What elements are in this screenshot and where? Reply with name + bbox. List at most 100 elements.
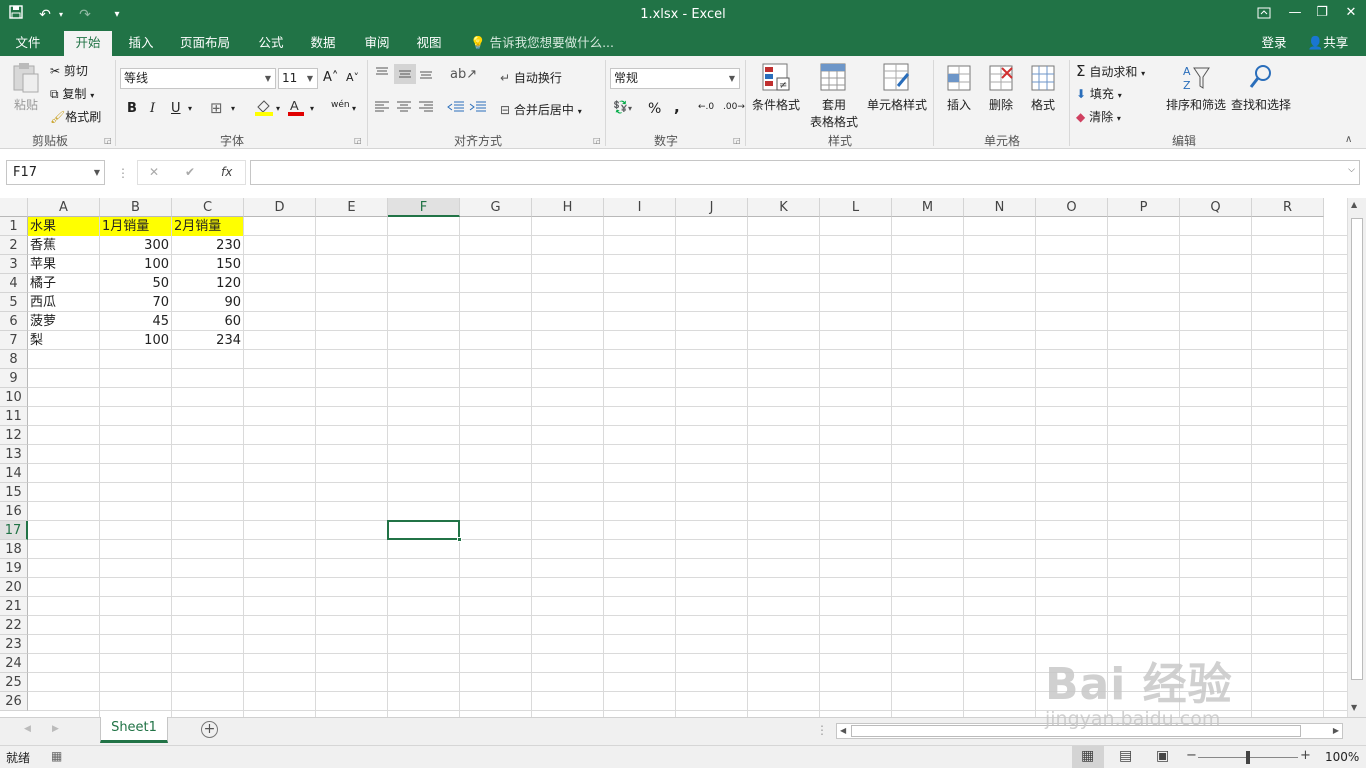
share-button[interactable]: 👤共享 bbox=[1300, 31, 1356, 56]
row-header-9[interactable]: 9 bbox=[0, 369, 28, 388]
name-box[interactable]: F17 ▼ bbox=[6, 160, 105, 185]
align-middle-icon[interactable] bbox=[394, 64, 416, 84]
row-header-5[interactable]: 5 bbox=[0, 293, 28, 312]
page-layout-view-icon[interactable]: ▤ bbox=[1119, 748, 1132, 764]
cell-c2[interactable]: 230 bbox=[172, 236, 243, 255]
cancel-entry-button[interactable]: ✕ bbox=[149, 165, 159, 179]
scroll-sheets-left-icon[interactable]: ◀ bbox=[24, 724, 31, 734]
dialog-launcher-icon[interactable]: ◲ bbox=[733, 136, 741, 145]
row-header-7[interactable]: 7 bbox=[0, 331, 28, 350]
align-top-icon[interactable] bbox=[374, 66, 390, 83]
column-header-r[interactable]: R bbox=[1252, 198, 1324, 217]
row-header-3[interactable]: 3 bbox=[0, 255, 28, 274]
tab-insert[interactable]: 插入 bbox=[118, 31, 164, 56]
column-header-c[interactable]: C bbox=[172, 198, 244, 217]
scroll-sheets-right-icon[interactable]: ▶ bbox=[52, 724, 59, 734]
format-cells-button[interactable]: 格式 bbox=[1024, 62, 1062, 113]
row-header-10[interactable]: 10 bbox=[0, 388, 28, 407]
zoom-level[interactable]: 100% bbox=[1325, 750, 1359, 764]
chevron-down-icon[interactable]: ▾ bbox=[231, 104, 235, 113]
row-header-8[interactable]: 8 bbox=[0, 350, 28, 369]
font-color-button[interactable]: A bbox=[287, 98, 305, 119]
restore-button[interactable]: ❐ bbox=[1307, 0, 1337, 26]
vertical-scrollbar[interactable]: ▲ ▼ bbox=[1347, 198, 1366, 717]
fill-handle[interactable] bbox=[457, 537, 462, 542]
chevron-down-icon[interactable]: ▾ bbox=[352, 104, 356, 113]
minimize-button[interactable]: — bbox=[1280, 0, 1310, 26]
expand-formula-bar-icon[interactable]: ⌵ bbox=[1348, 165, 1355, 175]
tell-me-box[interactable]: 💡 告诉我您想要做什么... bbox=[470, 31, 620, 56]
cell-c1[interactable]: 2月销量 bbox=[172, 217, 243, 236]
split-handle-icon[interactable]: ⋮ bbox=[816, 723, 828, 737]
cell-a3[interactable]: 苹果 bbox=[28, 255, 99, 274]
column-header-b[interactable]: B bbox=[100, 198, 172, 217]
column-header-d[interactable]: D bbox=[244, 198, 316, 217]
dialog-launcher-icon[interactable]: ◲ bbox=[354, 136, 362, 145]
cell-a7[interactable]: 梨 bbox=[28, 331, 99, 350]
column-header-o[interactable]: O bbox=[1036, 198, 1108, 217]
paste-button[interactable]: 粘贴 bbox=[8, 62, 44, 113]
column-header-j[interactable]: J bbox=[676, 198, 748, 217]
merge-center-button[interactable]: ⊟ 合并后居中 ▾ bbox=[500, 101, 582, 118]
cell-b7[interactable]: 100 bbox=[100, 331, 171, 350]
font-size-combo[interactable]: 11 ▼ bbox=[278, 68, 318, 89]
find-select-button[interactable]: 查找和选择 bbox=[1230, 62, 1292, 113]
row-header-13[interactable]: 13 bbox=[0, 445, 28, 464]
percent-button[interactable]: % bbox=[648, 101, 661, 117]
cell-b1[interactable]: 1月销量 bbox=[100, 217, 171, 236]
cell-a6[interactable]: 菠萝 bbox=[28, 312, 99, 331]
column-header-k[interactable]: K bbox=[748, 198, 820, 217]
row-header-2[interactable]: 2 bbox=[0, 236, 28, 255]
dialog-launcher-icon[interactable]: ◲ bbox=[593, 136, 601, 145]
close-button[interactable]: ✕ bbox=[1336, 0, 1366, 26]
zoom-in-button[interactable]: + bbox=[1300, 748, 1311, 763]
insert-function-button[interactable]: fx bbox=[221, 165, 232, 179]
tab-review[interactable]: 审阅 bbox=[354, 31, 400, 56]
row-header-26[interactable]: 26 bbox=[0, 692, 28, 711]
cell-b3[interactable]: 100 bbox=[100, 255, 171, 274]
cell-styles-button[interactable]: 单元格样式 bbox=[864, 62, 930, 113]
chevron-down-icon[interactable]: ▾ bbox=[276, 104, 280, 113]
grow-font-button[interactable]: A˄ bbox=[323, 70, 338, 85]
chevron-down-icon[interactable]: ▾ bbox=[310, 104, 314, 113]
dialog-launcher-icon[interactable]: ◲ bbox=[104, 136, 112, 145]
cell-a1[interactable]: 水果 bbox=[28, 217, 99, 236]
ribbon-display-options-icon[interactable] bbox=[1249, 0, 1279, 26]
decrease-indent-icon[interactable] bbox=[447, 100, 465, 117]
column-header-m[interactable]: M bbox=[892, 198, 964, 217]
insert-cells-button[interactable]: 插入 bbox=[940, 62, 978, 113]
row-header-17[interactable]: 17 bbox=[0, 521, 28, 540]
normal-view-icon[interactable]: ▦ bbox=[1081, 748, 1094, 764]
row-header-24[interactable]: 24 bbox=[0, 654, 28, 673]
column-header-i[interactable]: I bbox=[604, 198, 676, 217]
increase-decimal-icon[interactable]: ←.0 bbox=[698, 102, 714, 112]
row-header-18[interactable]: 18 bbox=[0, 540, 28, 559]
cell-b6[interactable]: 45 bbox=[100, 312, 171, 331]
cell-c5[interactable]: 90 bbox=[172, 293, 243, 312]
conditional-formatting-button[interactable]: ≠ 条件格式 bbox=[750, 62, 802, 113]
scroll-left-icon[interactable]: ◀ bbox=[840, 726, 846, 735]
format-as-table-button[interactable]: 套用 表格格式 bbox=[804, 62, 864, 130]
format-painter-button[interactable]: 🖌格式刷 bbox=[50, 108, 101, 125]
customize-qat-icon[interactable]: ▾ bbox=[110, 4, 124, 26]
align-right-icon[interactable] bbox=[418, 100, 434, 117]
copy-button[interactable]: ⧉ 复制 ▾ bbox=[50, 85, 94, 102]
cell-c7[interactable]: 234 bbox=[172, 331, 243, 350]
align-bottom-icon[interactable] bbox=[418, 66, 434, 83]
undo-dropdown-icon[interactable]: ▾ bbox=[56, 4, 66, 26]
row-header-1[interactable]: 1 bbox=[0, 217, 28, 236]
row-header-19[interactable]: 19 bbox=[0, 559, 28, 578]
row-header-25[interactable]: 25 bbox=[0, 673, 28, 692]
comma-button[interactable]: , bbox=[674, 98, 680, 116]
font-name-combo[interactable]: 等线 ▼ bbox=[120, 68, 276, 89]
fill-button[interactable]: ⬇ 填充 ▾ bbox=[1076, 85, 1122, 102]
column-header-a[interactable]: A bbox=[28, 198, 100, 217]
tab-file[interactable]: 文件 bbox=[4, 31, 52, 56]
column-header-f[interactable]: F bbox=[388, 198, 460, 217]
scroll-up-icon[interactable]: ▲ bbox=[1351, 200, 1357, 209]
cell-a4[interactable]: 橘子 bbox=[28, 274, 99, 293]
sort-filter-button[interactable]: AZ 排序和筛选 bbox=[1164, 62, 1228, 113]
cell-b2[interactable]: 300 bbox=[100, 236, 171, 255]
autosum-button[interactable]: Σ 自动求和 ▾ bbox=[1076, 62, 1145, 80]
row-header-20[interactable]: 20 bbox=[0, 578, 28, 597]
